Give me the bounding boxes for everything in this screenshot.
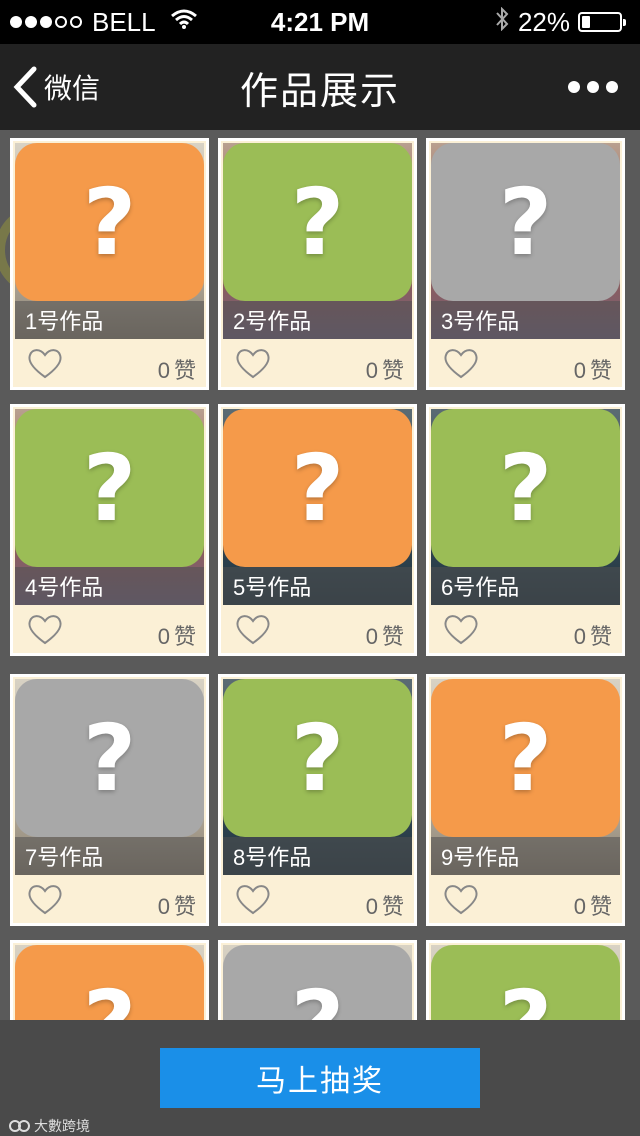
nav-bar: 微信 作品展示 xyxy=(0,44,640,130)
question-mark-icon: ? xyxy=(431,409,620,567)
work-thumbnail[interactable]: ? 5号作品 xyxy=(223,409,412,605)
work-thumbnail[interactable]: ? 3号作品 xyxy=(431,143,620,339)
like-count: 0赞 xyxy=(573,894,612,919)
work-thumbnail[interactable]: ? 9号作品 xyxy=(431,679,620,875)
like-row: 0赞 xyxy=(221,607,414,653)
works-grid[interactable]: ? 1号作品 0 赞? 2号作品 0 赞? 3号作品 0 赞? 4号作品 0 赞? 5号作品 0 赞? 6号作品… xyxy=(0,130,640,1020)
heart-icon[interactable] xyxy=(27,347,63,384)
heart-icon[interactable] xyxy=(235,883,271,920)
work-card[interactable]: ? 1号作品 0 赞 xyxy=(10,138,209,390)
like-count: 0赞 xyxy=(573,624,612,649)
question-mark-icon: ? xyxy=(223,679,412,837)
more-dots-icon xyxy=(568,81,580,93)
work-title: 1号作品 xyxy=(15,301,204,339)
work-thumbnail[interactable]: ? 1号作品 xyxy=(15,143,204,339)
like-count: 0赞 xyxy=(365,358,404,383)
work-card[interactable]: ? xyxy=(218,940,417,1020)
like-row: 0赞 xyxy=(429,877,622,923)
work-title: 2号作品 xyxy=(223,301,412,339)
work-thumbnail[interactable]: ? 7号作品 xyxy=(15,679,204,875)
work-card[interactable]: ? 6号作品 0 赞 xyxy=(426,404,625,656)
like-count: 0赞 xyxy=(157,894,196,919)
question-mark-icon: ? xyxy=(15,143,204,301)
work-card[interactable]: ? 2号作品 0 赞 xyxy=(218,138,417,390)
like-row: 0赞 xyxy=(13,877,206,923)
signal-strength-icon xyxy=(10,16,82,28)
work-title: 9号作品 xyxy=(431,837,620,875)
work-thumbnail[interactable]: ? 8号作品 xyxy=(223,679,412,875)
work-title: 7号作品 xyxy=(15,837,204,875)
work-thumbnail[interactable]: ? 2号作品 xyxy=(223,143,412,339)
work-card[interactable]: ? 3号作品 0 赞 xyxy=(426,138,625,390)
like-count: 0赞 xyxy=(157,624,196,649)
chevron-left-icon xyxy=(13,66,37,108)
bluetooth-icon xyxy=(494,6,510,37)
work-card[interactable]: ? 8号作品 0 赞 xyxy=(218,674,417,926)
more-menu-button[interactable] xyxy=(568,81,618,93)
question-mark-icon: ? xyxy=(223,409,412,567)
work-card[interactable]: ? xyxy=(10,940,209,1020)
work-thumbnail[interactable]: ? xyxy=(223,945,412,1020)
question-mark-icon: ? xyxy=(223,143,412,301)
heart-icon[interactable] xyxy=(443,347,479,384)
like-row: 0赞 xyxy=(221,341,414,387)
battery-percent: 22% xyxy=(517,6,570,37)
like-count: 0赞 xyxy=(365,894,404,919)
carrier-info: BELL xyxy=(10,7,198,38)
work-thumbnail[interactable]: ? 6号作品 xyxy=(431,409,620,605)
work-thumbnail[interactable]: ? xyxy=(15,945,204,1020)
watermark-text: 大數跨境 xyxy=(34,1118,90,1134)
work-card[interactable]: ? 7号作品 0 赞 xyxy=(10,674,209,926)
watermark: 大數跨境 xyxy=(8,1116,90,1136)
wifi-icon xyxy=(170,8,198,36)
work-title: 4号作品 xyxy=(15,567,204,605)
work-card[interactable]: ? 4号作品 0 赞 xyxy=(10,404,209,656)
watermark-logo-icon xyxy=(9,1120,30,1132)
like-count: 0赞 xyxy=(365,624,404,649)
like-count: 0赞 xyxy=(157,358,196,383)
question-mark-icon: ? xyxy=(431,945,620,1020)
carrier-name: BELL xyxy=(92,6,156,37)
draw-lottery-button[interactable]: 马上抽奖 xyxy=(160,1048,480,1108)
heart-icon[interactable] xyxy=(235,613,271,650)
heart-icon[interactable] xyxy=(443,883,479,920)
like-row: 0赞 xyxy=(13,341,206,387)
heart-icon[interactable] xyxy=(27,883,63,920)
status-bar: BELL 4:21 PM 22% xyxy=(0,0,640,44)
work-card[interactable]: ? xyxy=(426,940,625,1020)
work-thumbnail[interactable]: ? 4号作品 xyxy=(15,409,204,605)
work-title: 8号作品 xyxy=(223,837,412,875)
question-mark-icon: ? xyxy=(431,679,620,837)
question-mark-icon: ? xyxy=(431,143,620,301)
like-row: 0赞 xyxy=(429,607,622,653)
work-title: 6号作品 xyxy=(431,567,620,605)
heart-icon[interactable] xyxy=(27,613,63,650)
like-row: 0赞 xyxy=(13,607,206,653)
heart-icon[interactable] xyxy=(443,613,479,650)
bottom-bar: 马上抽奖 大數跨境 xyxy=(0,1020,640,1135)
back-button[interactable]: 微信 xyxy=(12,66,100,108)
heart-icon[interactable] xyxy=(235,347,271,384)
like-count: 0赞 xyxy=(573,358,612,383)
question-mark-icon: ? xyxy=(15,679,204,837)
question-mark-icon: ? xyxy=(223,945,412,1020)
question-mark-icon: ? xyxy=(15,409,204,567)
question-mark-icon: ? xyxy=(15,945,204,1020)
work-card[interactable]: ? 5号作品 0 赞 xyxy=(218,404,417,656)
work-card[interactable]: ? 9号作品 0 赞 xyxy=(426,674,625,926)
like-row: 0赞 xyxy=(221,877,414,923)
like-row: 0赞 xyxy=(429,341,622,387)
work-title: 5号作品 xyxy=(223,567,412,605)
work-title: 3号作品 xyxy=(431,301,620,339)
battery-icon xyxy=(578,12,626,32)
work-thumbnail[interactable]: ? xyxy=(431,945,620,1020)
back-label: 微信 xyxy=(44,73,101,104)
